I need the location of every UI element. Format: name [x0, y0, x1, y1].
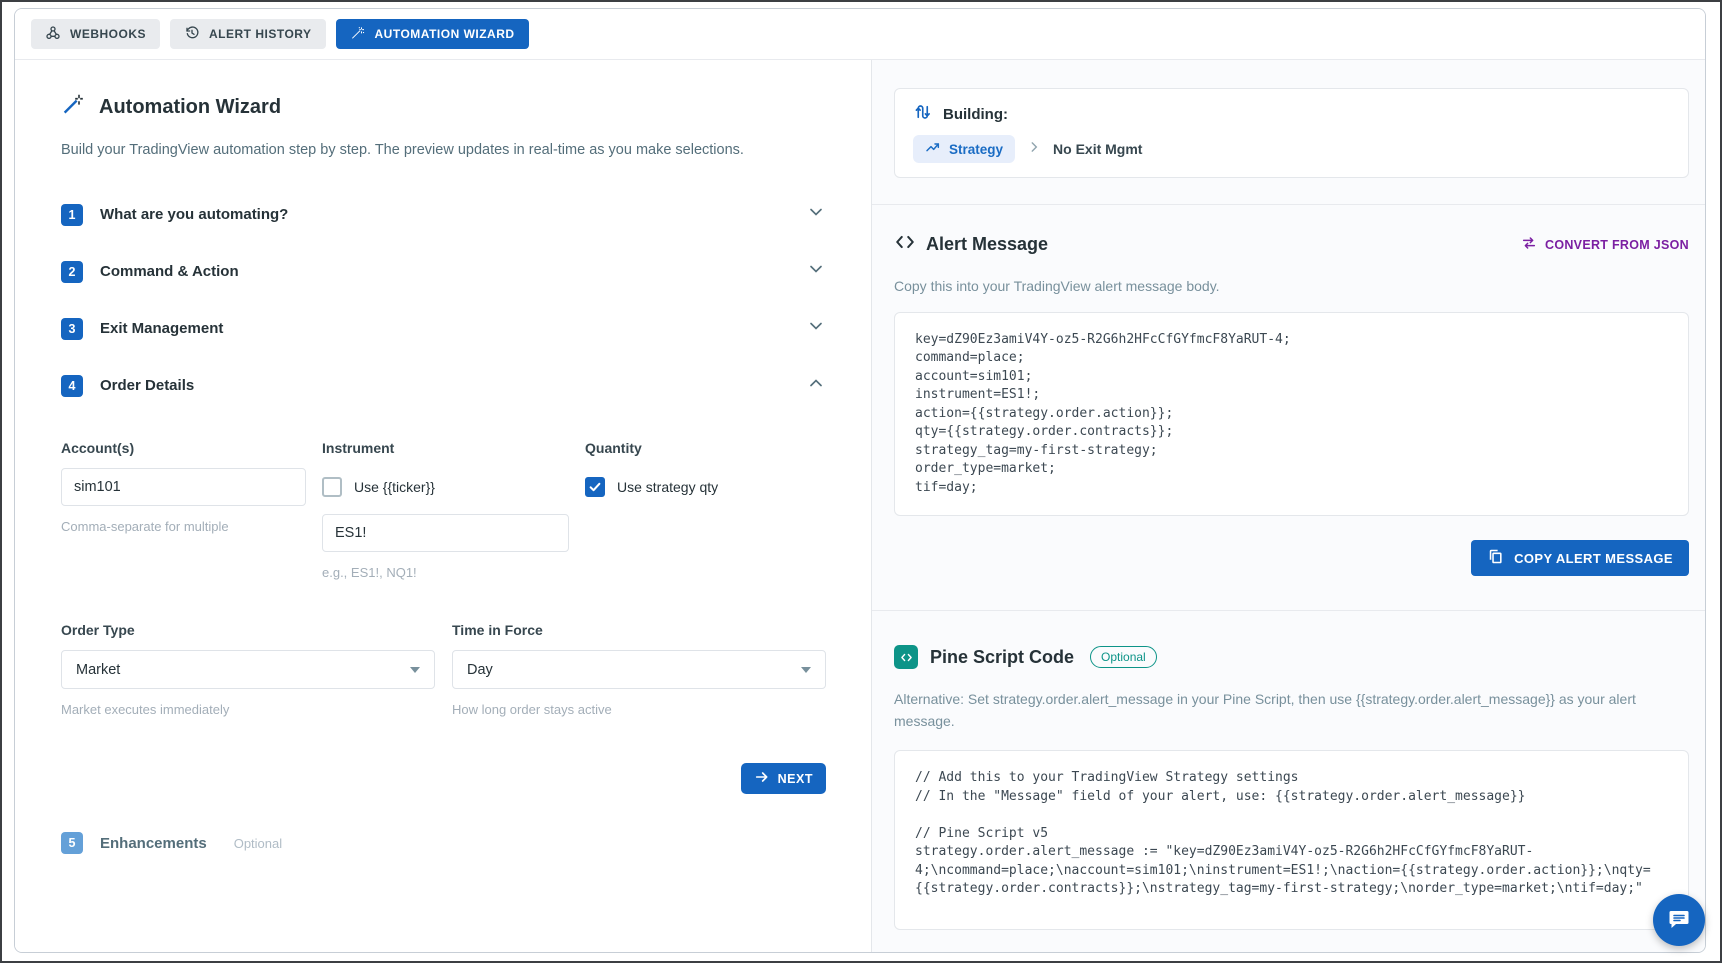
use-ticker-checkbox-row[interactable]: Use {{ticker}} — [322, 468, 569, 506]
copy-alert-message-button[interactable]: COPY ALERT MESSAGE — [1471, 540, 1689, 576]
order-type-label: Order Type — [61, 622, 435, 638]
alert-message-subtitle: Copy this into your TradingView alert me… — [894, 278, 1689, 294]
tif-group: Time in Force Day How long order stays a… — [452, 622, 826, 717]
step-5-optional-badge: Optional — [234, 836, 282, 851]
quantity-field-group: Quantity Use strategy qty — [585, 440, 826, 580]
tif-value: Day — [467, 662, 493, 678]
next-button-label: NEXT — [778, 772, 813, 786]
chevron-right-icon — [1027, 140, 1041, 159]
step-1-label: What are you automating? — [100, 206, 288, 223]
alert-message-code-block[interactable]: key=dZ90Ez3amiV4Y-oz5-R2G6h2HFcCfGYfmcF8… — [894, 312, 1689, 516]
step-4-header[interactable]: 4 Order Details — [61, 357, 826, 414]
step-1-number: 1 — [61, 204, 83, 226]
convert-from-json-button[interactable]: CONVERT FROM JSON — [1521, 235, 1689, 254]
chat-fab-button[interactable] — [1653, 894, 1705, 946]
step-4-label: Order Details — [100, 377, 194, 394]
tab-webhooks-label: WEBHOOKS — [70, 27, 146, 41]
use-strategy-qty-checkbox-row[interactable]: Use strategy qty — [585, 468, 826, 506]
pine-script-title: Pine Script Code — [930, 647, 1074, 668]
route-icon — [913, 103, 931, 125]
copy-icon — [1487, 548, 1504, 568]
order-type-value: Market — [76, 662, 120, 678]
section-divider — [872, 204, 1705, 205]
next-button[interactable]: NEXT — [741, 763, 826, 794]
pine-script-icon — [894, 645, 918, 669]
instrument-field-group: Instrument Use {{ticker}} e.g., ES1!, NQ… — [322, 440, 569, 580]
tab-automation-wizard[interactable]: AUTOMATION WIZARD — [336, 19, 529, 49]
tif-select[interactable]: Day — [452, 650, 826, 689]
main-split: Automation Wizard Build your TradingView… — [15, 60, 1705, 952]
chevron-down-icon — [806, 202, 826, 227]
step-4-number: 4 — [61, 375, 83, 397]
order-type-select[interactable]: Market — [61, 650, 435, 689]
page-title: Automation Wizard — [99, 96, 281, 119]
use-strategy-qty-label: Use strategy qty — [617, 479, 718, 495]
accounts-helper: Comma-separate for multiple — [61, 519, 306, 534]
accounts-label: Account(s) — [61, 440, 306, 456]
chevron-up-icon — [806, 373, 826, 398]
step-2-header[interactable]: 2 Command & Action — [61, 243, 826, 300]
top-tab-bar: WEBHOOKS ALERT HISTORY AUTOMATION WIZARD — [15, 9, 1705, 60]
step-5-label: Enhancements — [100, 835, 207, 852]
order-type-helper: Market executes immediately — [61, 702, 435, 717]
use-ticker-label: Use {{ticker}} — [354, 479, 435, 495]
wand-icon — [61, 92, 85, 122]
quantity-label: Quantity — [585, 440, 826, 456]
convert-from-json-label: CONVERT FROM JSON — [1545, 238, 1689, 252]
page-subtitle: Build your TradingView automation step b… — [61, 142, 826, 158]
tab-automation-wizard-label: AUTOMATION WIZARD — [375, 27, 515, 41]
instrument-input[interactable] — [322, 514, 569, 552]
step-2-label: Command & Action — [100, 263, 239, 280]
breadcrumb: No Exit Mgmt — [1053, 141, 1142, 157]
section-divider — [872, 610, 1705, 611]
wand-icon — [350, 25, 366, 44]
step-5-header[interactable]: 5 Enhancements Optional — [61, 816, 826, 870]
tif-label: Time in Force — [452, 622, 826, 638]
tab-alert-history[interactable]: ALERT HISTORY — [170, 19, 326, 49]
instrument-label: Instrument — [322, 440, 569, 456]
swap-horiz-icon — [1521, 235, 1537, 254]
alert-message-title: Alert Message — [926, 234, 1048, 255]
use-strategy-qty-checkbox[interactable] — [585, 477, 605, 497]
app-window: WEBHOOKS ALERT HISTORY AUTOMATION WIZARD — [14, 8, 1706, 953]
accounts-field-group: Account(s) Comma-separate for multiple — [61, 440, 306, 580]
instrument-helper: e.g., ES1!, NQ1! — [322, 565, 569, 580]
dropdown-arrow-icon — [410, 667, 420, 673]
strategy-chip-label: Strategy — [949, 142, 1003, 157]
use-ticker-checkbox[interactable] — [322, 477, 342, 497]
building-label: Building: — [943, 106, 1008, 123]
strategy-chip[interactable]: Strategy — [913, 135, 1015, 163]
step-2-number: 2 — [61, 261, 83, 283]
step-3-label: Exit Management — [100, 320, 223, 337]
pine-script-code-block[interactable]: // Add this to your TradingView Strategy… — [894, 750, 1689, 930]
step-3-number: 3 — [61, 318, 83, 340]
wizard-panel: Automation Wizard Build your TradingView… — [15, 60, 872, 952]
history-icon — [184, 25, 200, 44]
pine-script-subtitle: Alternative: Set strategy.order.alert_me… — [894, 689, 1689, 732]
order-details-body: Account(s) Comma-separate for multiple I… — [61, 414, 826, 794]
pine-optional-badge: Optional — [1090, 646, 1157, 668]
order-type-group: Order Type Market Market executes immedi… — [61, 622, 435, 717]
page-title-row: Automation Wizard — [61, 92, 826, 122]
building-card: Building: Strategy No Exit Mgm — [894, 88, 1689, 178]
trending-up-icon — [925, 140, 941, 159]
tif-helper: How long order stays active — [452, 702, 826, 717]
step-5-number: 5 — [61, 832, 83, 854]
chat-icon — [1667, 907, 1691, 934]
copy-alert-message-label: COPY ALERT MESSAGE — [1514, 551, 1673, 566]
code-icon — [894, 231, 916, 258]
step-3-header[interactable]: 3 Exit Management — [61, 300, 826, 357]
preview-panel: Building: Strategy No Exit Mgm — [872, 60, 1705, 952]
dropdown-arrow-icon — [801, 667, 811, 673]
chevron-down-icon — [806, 316, 826, 341]
step-1-header[interactable]: 1 What are you automating? — [61, 186, 826, 243]
webhook-icon — [45, 25, 61, 44]
arrow-right-icon — [754, 769, 770, 788]
accounts-input[interactable] — [61, 468, 306, 506]
chevron-down-icon — [806, 259, 826, 284]
wizard-steps: 1 What are you automating? 2 Command & A… — [61, 186, 826, 870]
tab-alert-history-label: ALERT HISTORY — [209, 27, 312, 41]
tab-webhooks[interactable]: WEBHOOKS — [31, 19, 160, 49]
